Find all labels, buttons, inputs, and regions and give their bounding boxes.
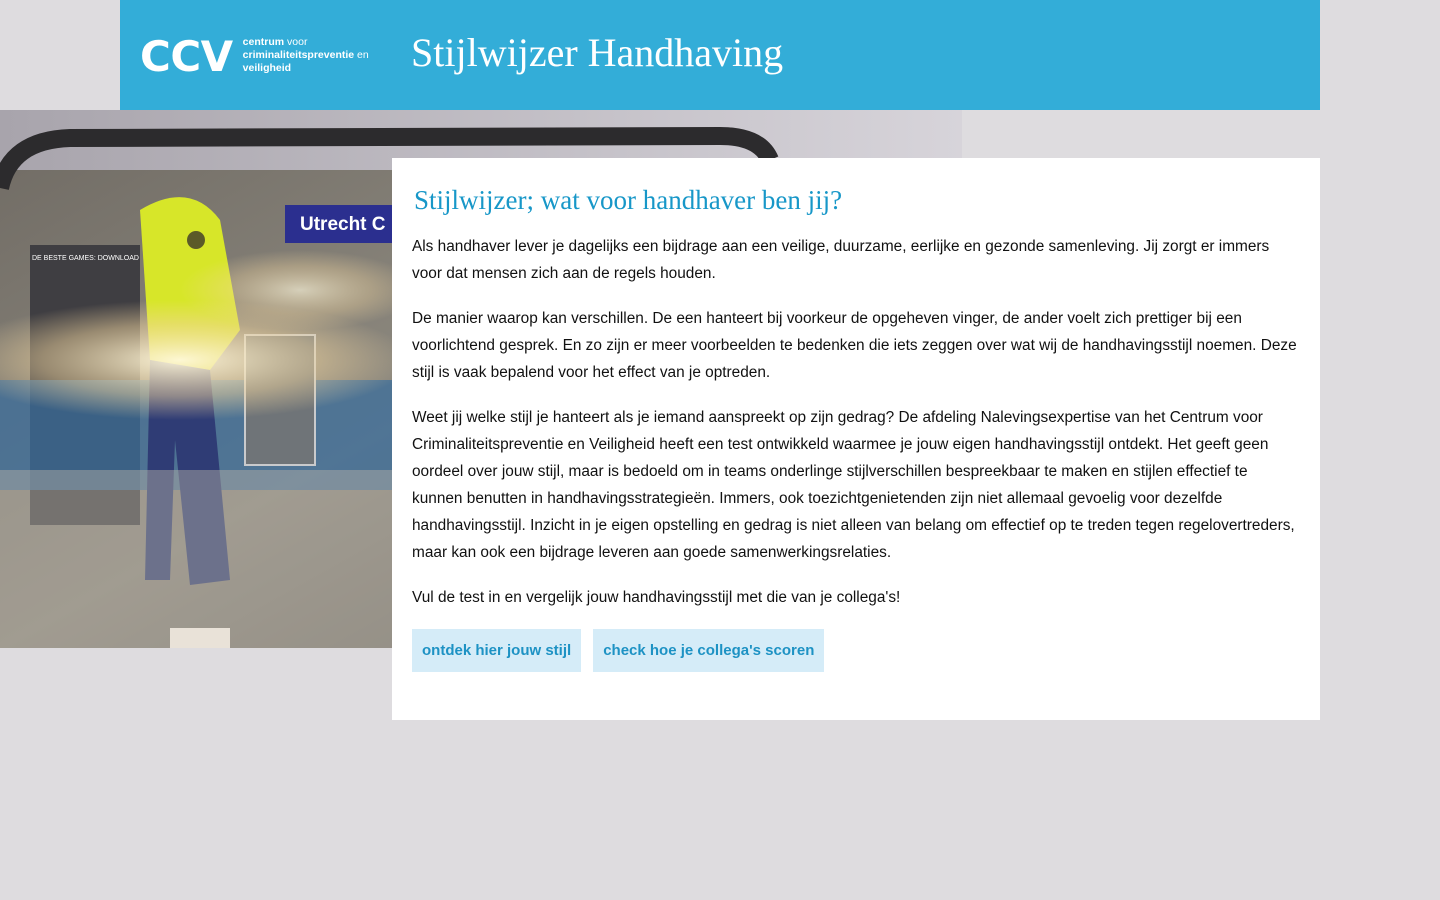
intro-paragraph-2: De manier waarop kan verschillen. De een… bbox=[412, 310, 1297, 381]
colleagues-score-button[interactable]: check hoe je collega's scoren bbox=[593, 629, 825, 672]
intro-paragraph-3: Weet jij welke stijl je hanteert als je … bbox=[412, 409, 1295, 561]
intro-paragraph-1: Als handhaver lever je dagelijks een bij… bbox=[412, 238, 1270, 282]
logo-line2-bold: criminaliteitspreventie bbox=[242, 49, 355, 61]
action-buttons: ontdek hier jouw stijl check hoe je coll… bbox=[412, 629, 1300, 672]
logo-line2-rest: en bbox=[354, 49, 369, 61]
intro-heading: Stijlwijzer; wat voor handhaver ben jij? bbox=[414, 185, 843, 215]
poster-text: DE BESTE GAMES: DOWNLOAD bbox=[32, 255, 139, 262]
intro-paragraph-4: Vul de test in en vergelijk jouw handhav… bbox=[412, 589, 901, 606]
intro-card: Stijlwijzer; wat voor handhaver ben jij?… bbox=[392, 158, 1320, 720]
logo-line3-bold: veiligheid bbox=[242, 62, 292, 74]
station-sign: Utrecht C bbox=[300, 214, 386, 235]
logo-line1-bold: centrum bbox=[242, 36, 285, 48]
ccv-logo[interactable]: CCV centrum voor criminaliteitspreventie… bbox=[140, 36, 369, 78]
logo-mark: CCV bbox=[140, 32, 233, 81]
site-title: Stijlwijzer Handhaving bbox=[411, 30, 784, 75]
site-header: CCV centrum voor criminaliteitspreventie… bbox=[120, 0, 1320, 110]
logo-line1-rest: voor bbox=[284, 36, 308, 48]
discover-style-button[interactable]: ontdek hier jouw stijl bbox=[412, 629, 582, 672]
logo-text: centrum voor criminaliteitspreventie en … bbox=[243, 36, 369, 75]
